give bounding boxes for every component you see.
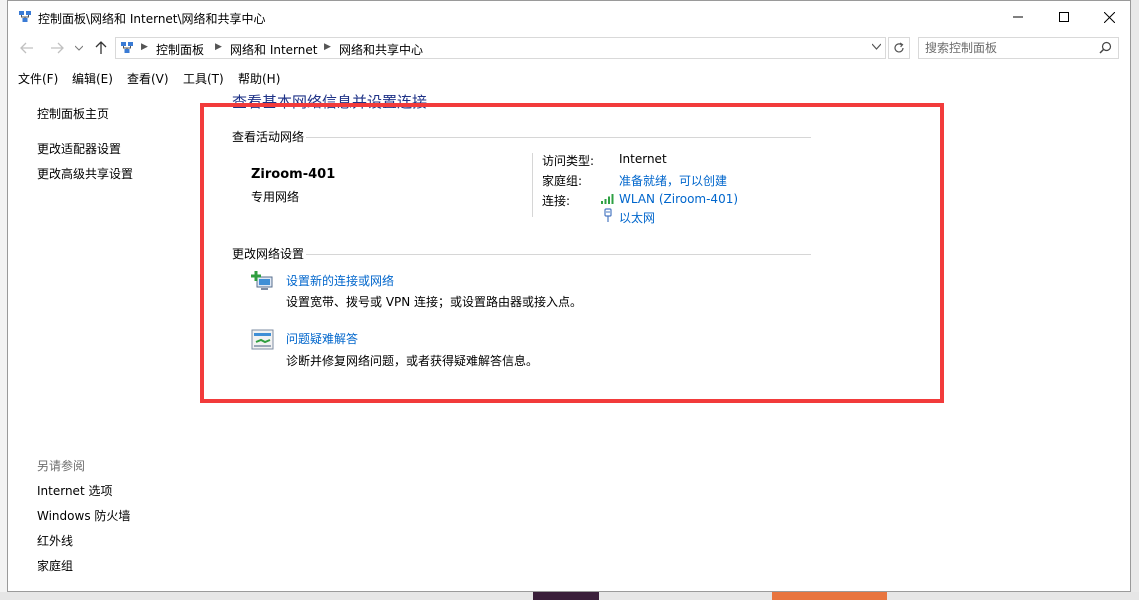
back-arrow-icon — [20, 42, 33, 54]
breadcrumb-separator-icon: ▶ — [215, 42, 222, 52]
search-icon[interactable] — [1099, 41, 1112, 54]
close-button[interactable] — [1086, 1, 1132, 33]
access-type-label: 访问类型: — [542, 154, 595, 168]
background-window-right — [1131, 0, 1139, 600]
menu-view[interactable]: 查看(V) — [127, 70, 169, 87]
refresh-button[interactable] — [888, 37, 910, 59]
internet-options-link[interactable]: Internet 选项 — [37, 482, 112, 499]
network-sharing-center-window: 控制面板\网络和 Internet\网络和共享中心 ▶ 控制面板 ▶ 网络和 I… — [7, 0, 1131, 592]
menu-file[interactable]: 文件(F) — [18, 70, 58, 87]
forward-button[interactable] — [48, 39, 66, 57]
title-bar: 控制面板\网络和 Internet\网络和共享中心 — [8, 1, 1130, 33]
network-center-icon — [19, 11, 31, 22]
background-taskbar-strip — [0, 592, 1139, 600]
forward-arrow-icon — [51, 42, 64, 54]
troubleshoot-problems-link[interactable]: 问题疑难解答 — [286, 330, 358, 347]
close-icon — [1103, 11, 1115, 23]
troubleshoot-description: 诊断并修复网络问题，或者获得疑难解答信息。 — [286, 354, 539, 368]
homegroup-label: 家庭组: — [542, 174, 583, 188]
address-box[interactable]: ▶ 控制面板 ▶ 网络和 Internet ▶ 网络和共享中心 — [115, 37, 886, 59]
section-divider — [306, 137, 811, 138]
search-box — [918, 37, 1119, 59]
address-bar-row: ▶ 控制面板 ▶ 网络和 Internet ▶ 网络和共享中心 — [8, 35, 1130, 61]
control-panel-icon — [121, 42, 133, 53]
change-settings-heading: 更改网络设置 — [232, 247, 305, 261]
maximize-button[interactable] — [1041, 1, 1087, 33]
breadcrumb-network-sharing-center[interactable]: 网络和共享中心 — [339, 41, 423, 58]
breadcrumb-network-internet[interactable]: 网络和 Internet — [230, 41, 317, 58]
access-type-value: Internet — [619, 152, 667, 166]
page-title: 查看基本网络信息并设置连接 — [232, 93, 428, 111]
see-also-heading: 另请参阅 — [37, 459, 86, 473]
refresh-icon — [894, 42, 904, 53]
ethernet-icon — [604, 208, 612, 222]
homegroup-status-link[interactable]: 准备就绪，可以创建 — [619, 172, 727, 189]
setup-new-connection-description: 设置宽带、拨号或 VPN 连接；或设置路由器或接入点。 — [286, 295, 583, 309]
control-panel-home-link[interactable]: 控制面板主页 — [37, 105, 109, 122]
minimize-button[interactable] — [995, 1, 1041, 33]
up-arrow-icon — [95, 41, 107, 54]
up-button[interactable] — [92, 39, 110, 57]
breadcrumb-control-panel[interactable]: 控制面板 — [156, 41, 204, 58]
window-title: 控制面板\网络和 Internet\网络和共享中心 — [38, 12, 266, 26]
infrared-link[interactable]: 红外线 — [37, 532, 73, 549]
change-adapter-settings-link[interactable]: 更改适配器设置 — [37, 140, 121, 157]
breadcrumb-separator-icon: ▶ — [324, 42, 331, 52]
menu-tools[interactable]: 工具(T) — [183, 70, 224, 87]
wifi-signal-icon — [601, 194, 614, 204]
active-networks-heading: 查看活动网络 — [232, 130, 305, 144]
chevron-down-icon — [75, 45, 83, 51]
maximize-icon — [1059, 12, 1069, 22]
search-input[interactable] — [925, 40, 1090, 56]
change-advanced-sharing-link[interactable]: 更改高级共享设置 — [37, 165, 133, 182]
left-nav-pane: 控制面板主页 更改适配器设置 更改高级共享设置 另请参阅 Internet 选项… — [8, 91, 223, 591]
new-connection-icon — [251, 271, 273, 290]
recent-locations-button[interactable] — [70, 39, 88, 57]
setup-new-connection-link[interactable]: 设置新的连接或网络 — [286, 272, 394, 289]
troubleshoot-icon — [251, 329, 274, 350]
connections-label: 连接: — [542, 194, 571, 208]
ethernet-connection-link[interactable]: 以太网 — [619, 209, 655, 226]
windows-firewall-link[interactable]: Windows 防火墙 — [37, 507, 130, 524]
vertical-divider — [532, 153, 533, 217]
minimize-icon — [1013, 16, 1023, 18]
network-name: Ziroom-401 — [251, 167, 336, 182]
menu-edit[interactable]: 编辑(E) — [72, 70, 113, 87]
section-divider — [306, 254, 811, 255]
menu-help[interactable]: 帮助(H) — [238, 70, 280, 87]
network-category-link[interactable]: 专用网络 — [251, 188, 299, 205]
menu-bar: 文件(F) 编辑(E) 查看(V) 工具(T) 帮助(H) — [8, 67, 1130, 89]
homegroup-link[interactable]: 家庭组 — [37, 557, 73, 574]
breadcrumb-separator-icon: ▶ — [141, 42, 148, 52]
address-dropdown-icon[interactable] — [872, 43, 881, 50]
wlan-connection-link[interactable]: WLAN (Ziroom-401) — [619, 192, 738, 206]
back-button[interactable] — [18, 39, 36, 57]
